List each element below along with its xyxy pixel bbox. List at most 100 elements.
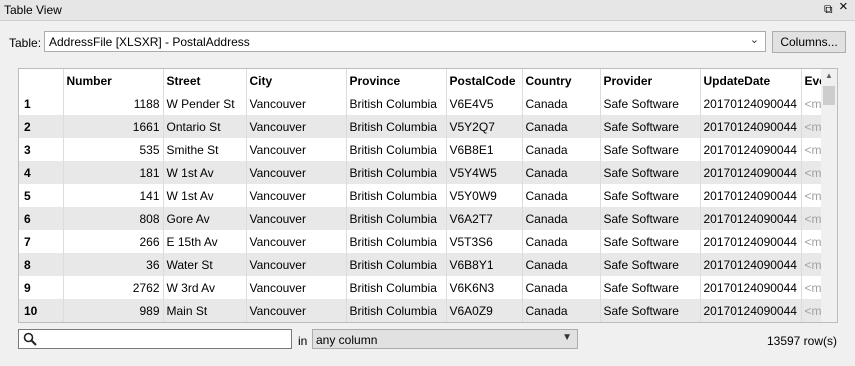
table-cell[interactable]: 20170124090044 <box>700 138 802 161</box>
table-cell[interactable]: V6B8Y1 <box>446 253 523 276</box>
table-cell[interactable]: Main St <box>163 299 247 322</box>
row-number[interactable]: 5 <box>19 184 64 207</box>
table-cell[interactable]: Canada <box>522 161 601 184</box>
scrollbar-thumb[interactable] <box>823 86 835 105</box>
row-number[interactable]: 8 <box>19 253 64 276</box>
table-cell[interactable]: British Columbia <box>346 138 447 161</box>
table-cell[interactable]: W 3rd Av <box>163 276 247 299</box>
table-cell[interactable]: Safe Software <box>600 276 701 299</box>
table-cell[interactable]: Safe Software <box>600 253 701 276</box>
table-cell[interactable]: <m <box>801 92 822 115</box>
table-row[interactable]: 5 141 W 1st Av Vancouver British Columbia V5Y… <box>19 184 822 207</box>
table-cell[interactable]: 1188 <box>63 92 164 115</box>
row-number[interactable]: 9 <box>19 276 64 299</box>
table-cell[interactable]: Smithe St <box>163 138 247 161</box>
table-cell[interactable]: <m <box>801 253 822 276</box>
table-cell[interactable]: Vancouver <box>246 138 347 161</box>
search-input[interactable] <box>41 331 287 347</box>
table-cell[interactable]: V6K6N3 <box>446 276 523 299</box>
table-cell[interactable]: <m <box>801 299 822 322</box>
table-cell[interactable]: British Columbia <box>346 253 447 276</box>
table-cell[interactable]: 20170124090044 <box>700 253 802 276</box>
table-cell[interactable]: Gore Av <box>163 207 247 230</box>
table-cell[interactable]: Ontario St <box>163 115 247 138</box>
table-cell[interactable]: 181 <box>63 161 164 184</box>
table-cell[interactable]: Vancouver <box>246 230 347 253</box>
table-cell[interactable]: British Columbia <box>346 299 447 322</box>
row-number[interactable]: 4 <box>19 161 64 184</box>
table-row[interactable]: 6 808 Gore Av Vancouver British Columbia V6A2… <box>19 207 822 230</box>
table-cell[interactable]: Vancouver <box>246 276 347 299</box>
columns-button[interactable]: Columns... <box>772 31 846 53</box>
vertical-scrollbar[interactable]: ▲ <box>821 69 837 322</box>
column-filter-dropdown[interactable]: any column ▼ <box>312 329 578 349</box>
table-cell[interactable]: Canada <box>522 115 601 138</box>
float-window-icon[interactable]: ⧉ <box>824 2 833 16</box>
table-cell[interactable]: British Columbia <box>346 230 447 253</box>
table-row[interactable]: 8 36 Water St Vancouver British Columbia V6B8… <box>19 253 822 276</box>
column-header[interactable]: Provider <box>600 69 701 92</box>
table-cell[interactable]: Safe Software <box>600 299 701 322</box>
table-row[interactable]: 4 181 W 1st Av Vancouver British Columbia V5Y… <box>19 161 822 184</box>
table-cell[interactable]: <m <box>801 207 822 230</box>
table-cell[interactable]: Canada <box>522 92 601 115</box>
table-cell[interactable]: 989 <box>63 299 164 322</box>
table-cell[interactable]: Canada <box>522 230 601 253</box>
table-cell[interactable]: V5T3S6 <box>446 230 523 253</box>
table-cell[interactable]: <m <box>801 115 822 138</box>
table-cell[interactable]: Vancouver <box>246 207 347 230</box>
table-cell[interactable]: Safe Software <box>600 184 701 207</box>
table-cell[interactable]: Safe Software <box>600 230 701 253</box>
table-dropdown[interactable]: AddressFile [XLSXR] - PostalAddress ⌄ <box>44 31 766 52</box>
table-row[interactable]: 2 1661 Ontario St Vancouver British Columbia… <box>19 115 822 138</box>
scroll-up-arrow-icon[interactable]: ▲ <box>825 71 833 80</box>
table-cell[interactable]: V6A2T7 <box>446 207 523 230</box>
search-box[interactable] <box>18 329 292 349</box>
table-cell[interactable]: 20170124090044 <box>700 184 802 207</box>
table-cell[interactable]: V6B8E1 <box>446 138 523 161</box>
table-cell[interactable]: Canada <box>522 138 601 161</box>
table-cell[interactable]: W 1st Av <box>163 161 247 184</box>
table-cell[interactable]: British Columbia <box>346 115 447 138</box>
row-number[interactable]: 10 <box>19 299 64 322</box>
close-icon[interactable]: × <box>839 0 848 14</box>
table-row[interactable]: 3 535 Smithe St Vancouver British Columbia V6… <box>19 138 822 161</box>
table-cell[interactable]: Water St <box>163 253 247 276</box>
table-cell[interactable]: Canada <box>522 299 601 322</box>
table-cell[interactable]: Vancouver <box>246 161 347 184</box>
row-number-header[interactable] <box>19 69 64 92</box>
table-cell[interactable]: 20170124090044 <box>700 92 802 115</box>
table-cell[interactable]: 141 <box>63 184 164 207</box>
table-cell[interactable]: British Columbia <box>346 161 447 184</box>
table-cell[interactable]: Vancouver <box>246 299 347 322</box>
table-cell[interactable]: British Columbia <box>346 92 447 115</box>
table-cell[interactable]: 2762 <box>63 276 164 299</box>
column-header[interactable]: Country <box>522 69 601 92</box>
table-cell[interactable]: 20170124090044 <box>700 276 802 299</box>
row-number[interactable]: 3 <box>19 138 64 161</box>
table-row[interactable]: 1 1188 W Pender St Vancouver British Columbi… <box>19 92 822 115</box>
table-cell[interactable]: Safe Software <box>600 207 701 230</box>
table-cell[interactable]: Canada <box>522 253 601 276</box>
column-header[interactable]: Province <box>346 69 447 92</box>
table-cell[interactable]: 20170124090044 <box>700 207 802 230</box>
table-cell[interactable]: W 1st Av <box>163 184 247 207</box>
data-grid[interactable]: Number Street City Province PostalCode C… <box>18 68 838 323</box>
table-cell[interactable]: E 15th Av <box>163 230 247 253</box>
table-cell[interactable]: British Columbia <box>346 207 447 230</box>
table-cell[interactable]: 1661 <box>63 115 164 138</box>
table-row[interactable]: 10 989 Main St Vancouver British Columbia V6A… <box>19 299 822 322</box>
table-cell[interactable]: 535 <box>63 138 164 161</box>
table-cell[interactable]: <m <box>801 276 822 299</box>
table-cell[interactable]: V5Y0W9 <box>446 184 523 207</box>
table-cell[interactable]: V5Y4W5 <box>446 161 523 184</box>
table-cell[interactable]: <m <box>801 138 822 161</box>
table-cell[interactable]: 20170124090044 <box>700 299 802 322</box>
table-cell[interactable]: Safe Software <box>600 92 701 115</box>
table-row[interactable]: 9 2762 W 3rd Av Vancouver British Columbia V6… <box>19 276 822 299</box>
table-cell[interactable]: Safe Software <box>600 161 701 184</box>
table-cell[interactable]: Safe Software <box>600 115 701 138</box>
table-cell[interactable]: Safe Software <box>600 138 701 161</box>
row-number[interactable]: 1 <box>19 92 64 115</box>
table-cell[interactable]: Canada <box>522 276 601 299</box>
